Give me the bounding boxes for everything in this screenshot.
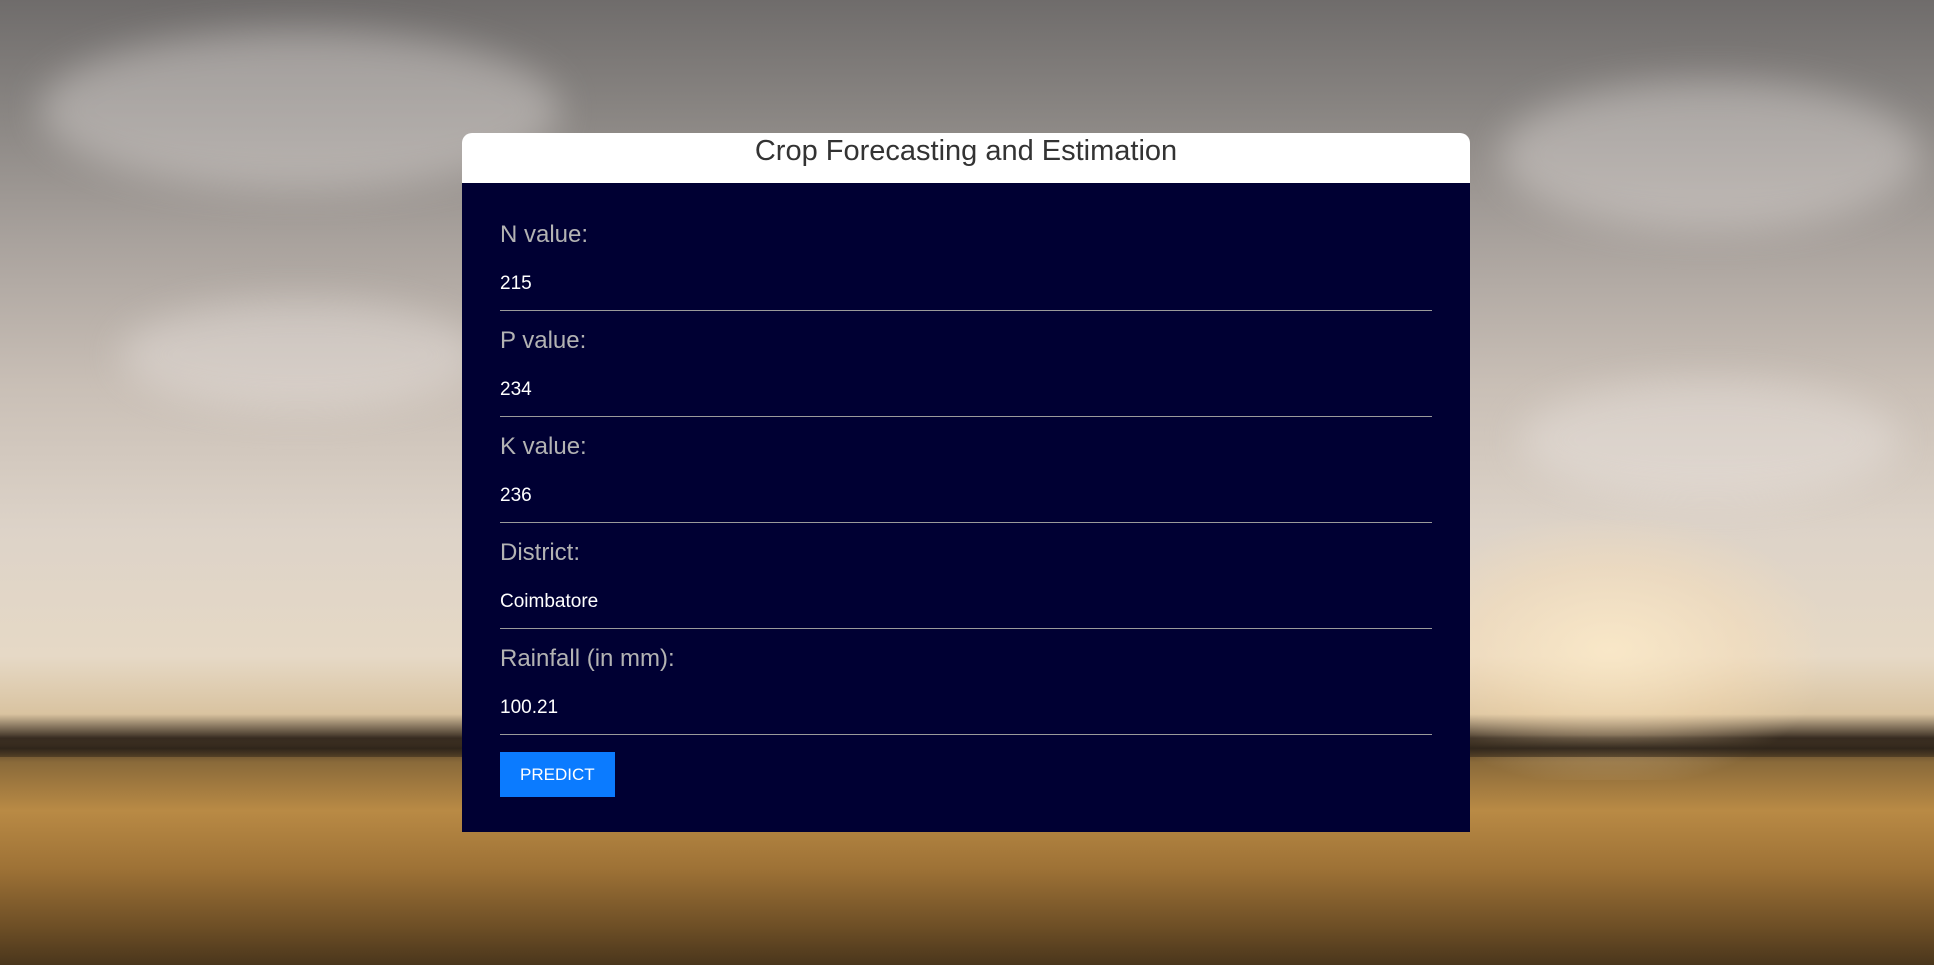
n-value-field: N value: 215 <box>500 221 1432 327</box>
k-value-label: K value: <box>500 433 587 460</box>
cloud <box>120 300 480 410</box>
district-label: District: <box>500 539 580 566</box>
n-value-label: N value: <box>500 221 589 248</box>
form-body: N value: 215 P value: 234 K value: 236 D… <box>462 183 1470 832</box>
k-value-input[interactable]: 236 <box>500 481 1432 523</box>
district-input[interactable]: Coimbatore <box>500 587 1432 629</box>
predict-button[interactable]: PREDICT <box>500 752 615 797</box>
p-value-label: P value: <box>500 327 587 354</box>
page-title: Crop Forecasting and Estimation <box>462 133 1470 183</box>
n-value-input[interactable]: 215 <box>500 269 1432 311</box>
p-value-field: P value: 234 <box>500 327 1432 433</box>
cloud <box>1500 80 1920 230</box>
rainfall-input[interactable]: 100.21 <box>500 693 1432 735</box>
rainfall-label: Rainfall (in mm): <box>500 645 675 672</box>
p-value-input[interactable]: 234 <box>500 375 1432 417</box>
cloud <box>1520 380 1900 500</box>
k-value-field: K value: 236 <box>500 433 1432 539</box>
district-field: District: Coimbatore <box>500 539 1432 645</box>
rainfall-field: Rainfall (in mm): 100.21 <box>500 645 1432 751</box>
prediction-form-card: Crop Forecasting and Estimation N value:… <box>462 133 1470 832</box>
